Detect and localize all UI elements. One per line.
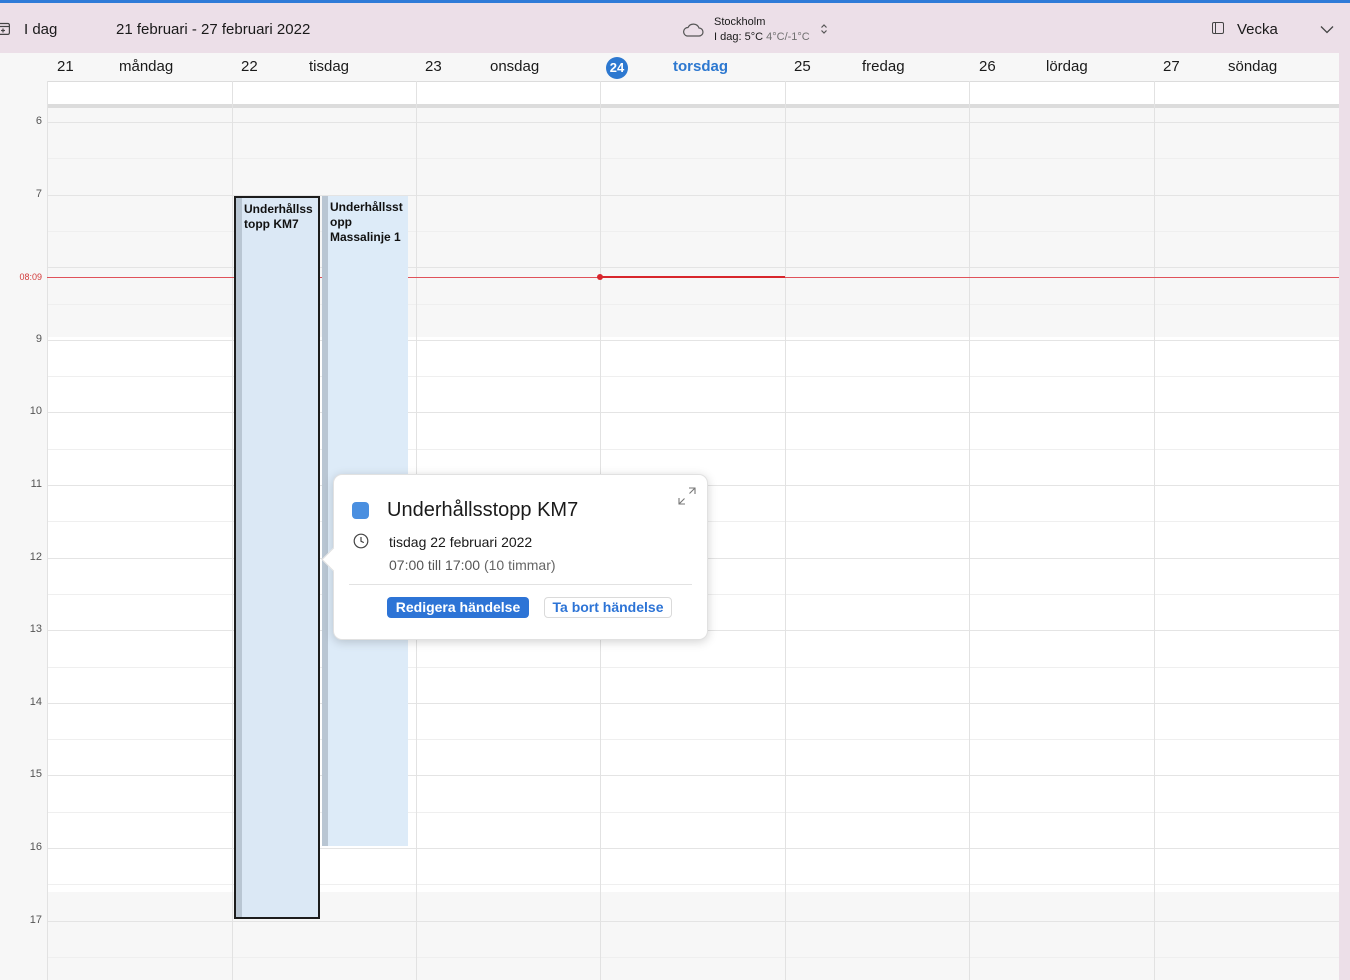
day-column-divider bbox=[232, 81, 233, 980]
today-circle: 24 bbox=[606, 57, 628, 79]
half-hour-gridline bbox=[47, 158, 1339, 160]
hour-gridline bbox=[47, 920, 1339, 922]
popover-divider bbox=[349, 584, 692, 585]
calendar-today-icon[interactable] bbox=[0, 22, 10, 35]
hour-label: 13 bbox=[29, 623, 42, 636]
day-headers: 21 måndag 22 tisdag 23 onsdag 24 torsdag… bbox=[47, 53, 1339, 81]
hour-label: 12 bbox=[29, 550, 42, 563]
hour-label: 17 bbox=[29, 913, 42, 926]
event-color-swatch bbox=[352, 502, 369, 519]
day-header-tuesday[interactable]: 22 tisdag bbox=[232, 53, 416, 81]
day-column-divider bbox=[785, 81, 786, 980]
day-name: fredag bbox=[862, 58, 905, 75]
weather-today-temp: I dag: 5°C bbox=[714, 31, 764, 43]
toolbar: I dag 21 februari - 27 februari 2022 Sto… bbox=[0, 3, 1350, 53]
hour-gridline bbox=[47, 122, 1339, 123]
popover-time: 07:00 till 17:00 (10 timmar) bbox=[389, 557, 556, 573]
delete-event-button[interactable]: Ta bort händelse bbox=[544, 597, 672, 618]
event-color-bar bbox=[322, 196, 328, 846]
hour-label: 15 bbox=[29, 768, 42, 781]
hour-label: 7 bbox=[35, 187, 42, 200]
today-button[interactable]: I dag bbox=[24, 21, 57, 38]
day-column-divider bbox=[1154, 81, 1155, 980]
popover-duration: (10 timmar) bbox=[483, 557, 556, 573]
hour-label: 16 bbox=[29, 841, 42, 853]
popover-time-range: 07:00 till 17:00 bbox=[389, 557, 481, 573]
day-name: onsdag bbox=[490, 58, 540, 75]
current-time-dot bbox=[597, 274, 603, 280]
day-header-monday[interactable]: 21 måndag bbox=[47, 53, 232, 81]
popover-title: Underhållsstopp KM7 bbox=[387, 499, 579, 521]
hour-label: 6 bbox=[35, 115, 42, 127]
day-name: söndag bbox=[1228, 58, 1278, 75]
hour-label: 14 bbox=[29, 695, 42, 708]
cloud-icon bbox=[683, 23, 704, 37]
day-header-sunday[interactable]: 27 söndag bbox=[1154, 53, 1339, 81]
day-column-divider bbox=[969, 81, 970, 980]
weather-city: Stockholm bbox=[714, 16, 766, 28]
day-name: tisdag bbox=[309, 58, 350, 75]
event-color-bar bbox=[236, 198, 242, 917]
hour-label: 9 bbox=[35, 332, 42, 345]
day-header-saturday[interactable]: 26 lördag bbox=[969, 53, 1154, 81]
popover-date: tisdag 22 februari 2022 bbox=[389, 534, 533, 550]
date-range-title: 21 februari - 27 februari 2022 bbox=[116, 21, 311, 38]
event-popover: Underhållsstopp KM7 tisdag 22 februari 2… bbox=[321, 474, 708, 640]
weather-today: I dag: 5°C 4°C/-1°C bbox=[714, 31, 810, 43]
edit-event-button[interactable]: Redigera händelse bbox=[387, 597, 529, 618]
day-column-divider bbox=[47, 81, 48, 980]
expand-icon[interactable] bbox=[676, 485, 698, 507]
event-title: Underhållsst opp Massalinje 1 bbox=[330, 200, 403, 244]
day-header-thursday[interactable]: 24 torsdag bbox=[600, 53, 785, 81]
view-sidebar-icon bbox=[1212, 22, 1224, 34]
day-number: 23 bbox=[425, 58, 442, 75]
day-header-friday[interactable]: 25 fredag bbox=[785, 53, 969, 81]
day-number: 26 bbox=[979, 58, 996, 75]
view-selector[interactable]: Vecka bbox=[1237, 21, 1278, 38]
day-name: torsdag bbox=[673, 58, 729, 75]
up-down-chevron-icon[interactable] bbox=[820, 23, 828, 35]
hour-label: 10 bbox=[29, 405, 42, 418]
day-number: 25 bbox=[794, 58, 811, 75]
day-header-wednesday[interactable]: 23 onsdag bbox=[416, 53, 600, 81]
event-title: Underhållss topp KM7 bbox=[244, 202, 313, 231]
event-underhallsstopp-km7[interactable]: Underhållss topp KM7 bbox=[234, 196, 320, 919]
current-time-label: 08:09 bbox=[19, 272, 42, 282]
current-time-today-line bbox=[600, 276, 785, 278]
hour-label: 11 bbox=[30, 478, 42, 490]
half-hour-gridline bbox=[47, 956, 1339, 958]
day-number: 22 bbox=[241, 58, 258, 75]
day-number: 21 bbox=[57, 58, 74, 75]
weather-range: 4°C/-1°C bbox=[766, 31, 810, 43]
all-day-row[interactable] bbox=[47, 81, 1339, 105]
clock-icon bbox=[353, 533, 369, 549]
day-name: måndag bbox=[119, 58, 174, 75]
day-name: lördag bbox=[1046, 58, 1088, 75]
chevron-down-icon[interactable] bbox=[1320, 25, 1334, 34]
day-number: 27 bbox=[1163, 58, 1180, 75]
